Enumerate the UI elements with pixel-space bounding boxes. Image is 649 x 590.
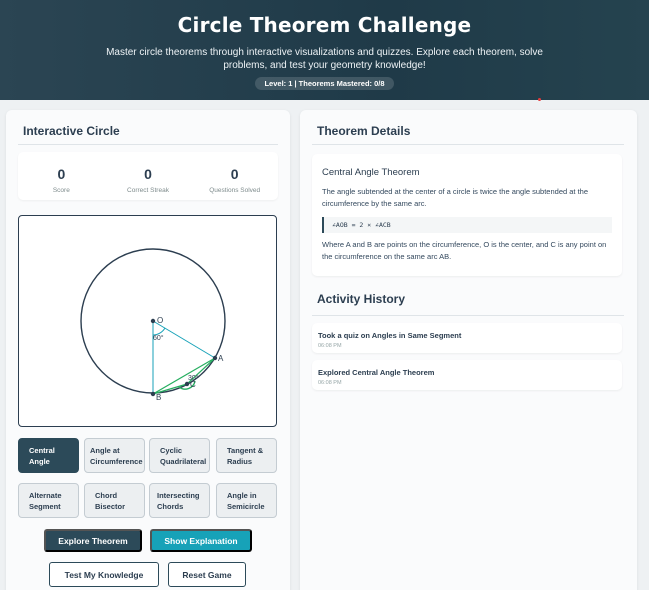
history-title: Activity History xyxy=(317,292,406,306)
stat-solved: 0 Questions Solved xyxy=(191,152,278,200)
button-line: Angle xyxy=(29,456,50,466)
button-line: Alternate xyxy=(29,490,62,500)
theorem-button-angle-in-semicircle[interactable]: Angle in Semicircle xyxy=(216,483,277,518)
theorem-note: Where A and B are points on the circumfe… xyxy=(322,240,607,261)
theorem-button-cyclic-quadrilateral[interactable]: Cyclic Quadrilateral xyxy=(149,438,210,473)
page-title: Circle Theorem Challenge xyxy=(177,13,472,37)
circle-canvas[interactable]: O A B C 60° 30° xyxy=(18,215,277,427)
stat-label: Questions Solved xyxy=(209,187,261,194)
point-c[interactable] xyxy=(184,381,190,387)
center-angle-label: 60° xyxy=(153,334,164,342)
stat-label: Correct Streak xyxy=(127,187,169,194)
panel-title: Interactive Circle xyxy=(23,124,120,138)
divider xyxy=(312,144,624,145)
theorem-description: The angle subtended at the center of a c… xyxy=(322,187,589,208)
button-line: Chords xyxy=(157,501,184,511)
button-line: Bisector xyxy=(95,501,126,511)
point-o[interactable] xyxy=(150,318,156,324)
center-angle-arc xyxy=(152,327,166,336)
stat-value: 0 xyxy=(230,166,239,182)
button-line: Angle in xyxy=(227,490,257,500)
stat-streak: 0 Correct Streak xyxy=(105,152,192,200)
cursor-dot xyxy=(538,98,541,101)
theorem-name: Central Angle Theorem xyxy=(322,167,420,178)
circle-diagram[interactable]: O A B C 60° 30° xyxy=(19,216,277,427)
theorem-details-panel: Theorem Details Central Angle Theorem Th… xyxy=(300,110,637,590)
button-line: Intersecting xyxy=(157,490,200,500)
label-b: B xyxy=(156,393,161,402)
history-item-title: Took a quiz on Angles in Same Segment xyxy=(318,331,462,340)
page-subtitle: Master circle theorems through interacti… xyxy=(106,47,543,71)
button-line: Central xyxy=(29,445,55,455)
button-line: Semicircle xyxy=(227,501,265,511)
theorem-button-intersecting-chords[interactable]: Intersecting Chords xyxy=(149,483,210,518)
reset-game-button[interactable]: Reset Game xyxy=(168,562,246,587)
label-o: O xyxy=(157,316,163,325)
theorem-button-chord-bisector[interactable]: Chord Bisector xyxy=(84,483,145,518)
button-line: Radius xyxy=(227,456,253,466)
stats-card: 0 Score 0 Correct Streak 0 Questions Sol… xyxy=(18,152,278,200)
history-item-title: Explored Central Angle Theorem xyxy=(318,368,435,377)
history-item-time: 06:08 PM xyxy=(318,343,342,349)
label-a: A xyxy=(218,354,224,363)
button-line: Circumference xyxy=(90,456,143,466)
button-line: Chord xyxy=(95,490,118,500)
history-item-time: 06:08 PM xyxy=(318,380,342,386)
theorem-card: Central Angle Theorem The angle subtende… xyxy=(312,154,622,276)
history-item: Took a quiz on Angles in Same Segment 06… xyxy=(312,323,622,353)
point-b[interactable] xyxy=(150,391,156,397)
level-badge: Level: 1 | Theorems Mastered: 0/8 xyxy=(255,77,394,90)
divider xyxy=(312,315,624,316)
button-line: Tangent & xyxy=(227,445,264,455)
theorem-formula: ∠AOB = 2 × ∠ACB xyxy=(322,217,612,233)
history-item: Explored Central Angle Theorem 06:08 PM xyxy=(312,360,622,390)
theorem-button-angle-at-circumference[interactable]: Angle at Circumference xyxy=(84,438,145,473)
explore-theorem-button[interactable]: Explore Theorem xyxy=(44,529,142,552)
point-a[interactable] xyxy=(212,355,218,361)
header: Circle Theorem Challenge Master circle t… xyxy=(0,0,649,100)
button-line: Quadrilateral xyxy=(160,456,207,466)
theorem-button-central-angle[interactable]: Central Angle xyxy=(18,438,79,473)
stat-score: 0 Score xyxy=(18,152,105,200)
button-line: Cyclic xyxy=(160,445,183,455)
interactive-circle-panel: Interactive Circle 0 Score 0 Correct Str… xyxy=(6,110,290,590)
stat-value: 0 xyxy=(57,166,66,182)
theorem-button-tangent-radius[interactable]: Tangent & Radius xyxy=(216,438,277,473)
stat-value: 0 xyxy=(144,166,152,182)
button-line: Angle at xyxy=(90,445,120,455)
theorem-button-alternate-segment[interactable]: Alternate Segment xyxy=(18,483,79,518)
stat-label: Score xyxy=(52,187,70,194)
button-line: Segment xyxy=(29,501,61,511)
divider xyxy=(18,144,278,145)
show-explanation-button[interactable]: Show Explanation xyxy=(150,529,252,552)
panel-title: Theorem Details xyxy=(317,124,411,138)
test-knowledge-button[interactable]: Test My Knowledge xyxy=(49,562,159,587)
circ-angle-label: 30° xyxy=(188,374,199,382)
